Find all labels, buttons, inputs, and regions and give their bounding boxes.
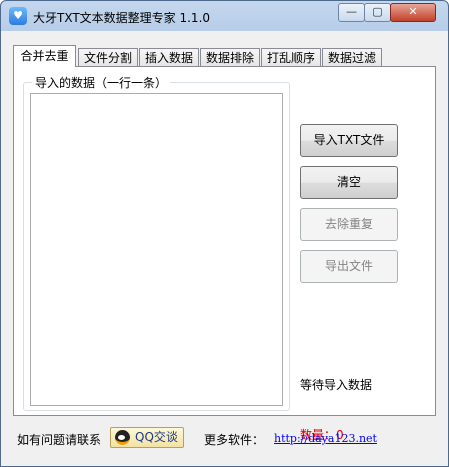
qq-chat-label: QQ交谈	[135, 430, 178, 444]
clear-button[interactable]: 清空	[300, 166, 398, 199]
export-button[interactable]: 导出文件	[300, 250, 398, 283]
footer: 如有问题请联系 QQ交谈 更多软件： http://daya123.net	[13, 426, 436, 452]
maximize-button[interactable]: ▢	[364, 3, 391, 22]
tooth-icon: ♥	[9, 7, 27, 25]
data-textarea[interactable]	[30, 93, 283, 406]
website-link[interactable]: http://daya123.net	[274, 432, 377, 445]
import-data-group: 导入的数据（一行一条）	[23, 74, 290, 411]
tab-merge-dedupe[interactable]: 合并去重	[13, 45, 76, 67]
minimize-button[interactable]: —	[338, 3, 365, 22]
title-bar[interactable]: ♥ 大牙TXT文本数据整理专家 1.1.0 — ▢ ✕	[1, 1, 448, 31]
qq-chat-button[interactable]: QQ交谈	[110, 427, 184, 448]
more-software-label: 更多软件：	[204, 433, 265, 447]
tab-insert-data[interactable]: 插入数据	[139, 48, 199, 66]
tab-data-exclude[interactable]: 数据排除	[200, 48, 260, 66]
help-text: 如有问题请联系	[17, 433, 102, 447]
import-txt-button[interactable]: 导入TXT文件	[300, 124, 398, 157]
app-window: ♥ 大牙TXT文本数据整理专家 1.1.0 — ▢ ✕ 合并去重 文件分割 插入…	[0, 0, 449, 467]
group-label: 导入的数据（一行一条）	[32, 74, 171, 91]
tab-file-split[interactable]: 文件分割	[78, 48, 138, 66]
tab-shuffle-order[interactable]: 打乱顺序	[261, 48, 321, 66]
close-button[interactable]: ✕	[390, 3, 436, 22]
dedupe-button[interactable]: 去除重复	[300, 208, 398, 241]
client-area: 合并去重 文件分割 插入数据 数据排除 打乱顺序 数据过滤 导入的数据（一行一条…	[8, 31, 441, 458]
tab-data-filter[interactable]: 数据过滤	[322, 48, 382, 66]
qq-penguin-icon	[115, 430, 130, 445]
tab-panel: 导入的数据（一行一条） 导入TXT文件 清空 去除重复 导出文件 等待导入数据 …	[13, 66, 436, 442]
window-title: 大牙TXT文本数据整理专家 1.1.0	[33, 11, 211, 25]
status-text: 等待导入数据	[300, 378, 373, 392]
